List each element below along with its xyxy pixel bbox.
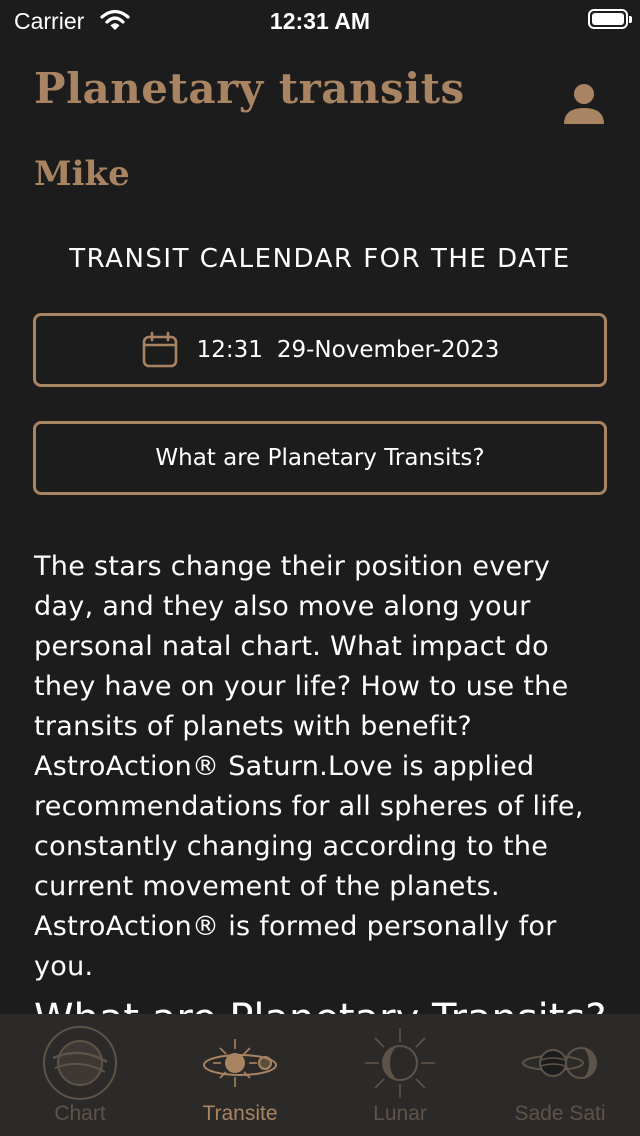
status-time: 12:31 AM — [269, 8, 371, 34]
tab-lunar-label: Lunar — [373, 1102, 427, 1125]
tab-transite-label: Transite — [202, 1102, 278, 1125]
user-icon — [564, 84, 604, 124]
tab-bar: Chart Transite Lunar Sade Sati — [0, 1014, 640, 1136]
chart-icon — [40, 1024, 120, 1102]
transits-description: The stars change their position every da… — [34, 551, 584, 982]
sade-sati-icon — [520, 1024, 600, 1102]
calendar-icon — [141, 331, 179, 369]
transite-icon — [200, 1024, 280, 1102]
lunar-icon — [360, 1024, 440, 1102]
transit-calendar-heading: TRANSIT CALENDAR FOR THE DATE — [69, 244, 571, 274]
tab-sade-sati-label: Sade Sati — [514, 1102, 606, 1125]
tab-sade-sati[interactable]: Sade Sati — [480, 1014, 640, 1136]
tab-chart[interactable]: Chart — [0, 1014, 160, 1136]
tab-chart-label: Chart — [54, 1102, 106, 1125]
profile-button[interactable] — [560, 80, 608, 128]
battery-icon — [588, 9, 632, 29]
tab-transite[interactable]: Transite — [160, 1014, 320, 1136]
selected-time: 12:31 — [196, 337, 263, 363]
selected-date: 29-November-2023 — [276, 337, 500, 363]
what-are-transits-label: What are Planetary Transits? — [155, 445, 485, 471]
status-bar: Carrier 12:31 AM — [0, 0, 640, 40]
user-name: Mike — [34, 154, 130, 194]
date-picker-button[interactable]: 12:31 29-November-2023 — [33, 313, 607, 387]
tab-lunar[interactable]: Lunar — [320, 1014, 480, 1136]
what-are-transits-button[interactable]: What are Planetary Transits? — [33, 421, 607, 495]
page-title: Planetary transits — [34, 64, 465, 113]
